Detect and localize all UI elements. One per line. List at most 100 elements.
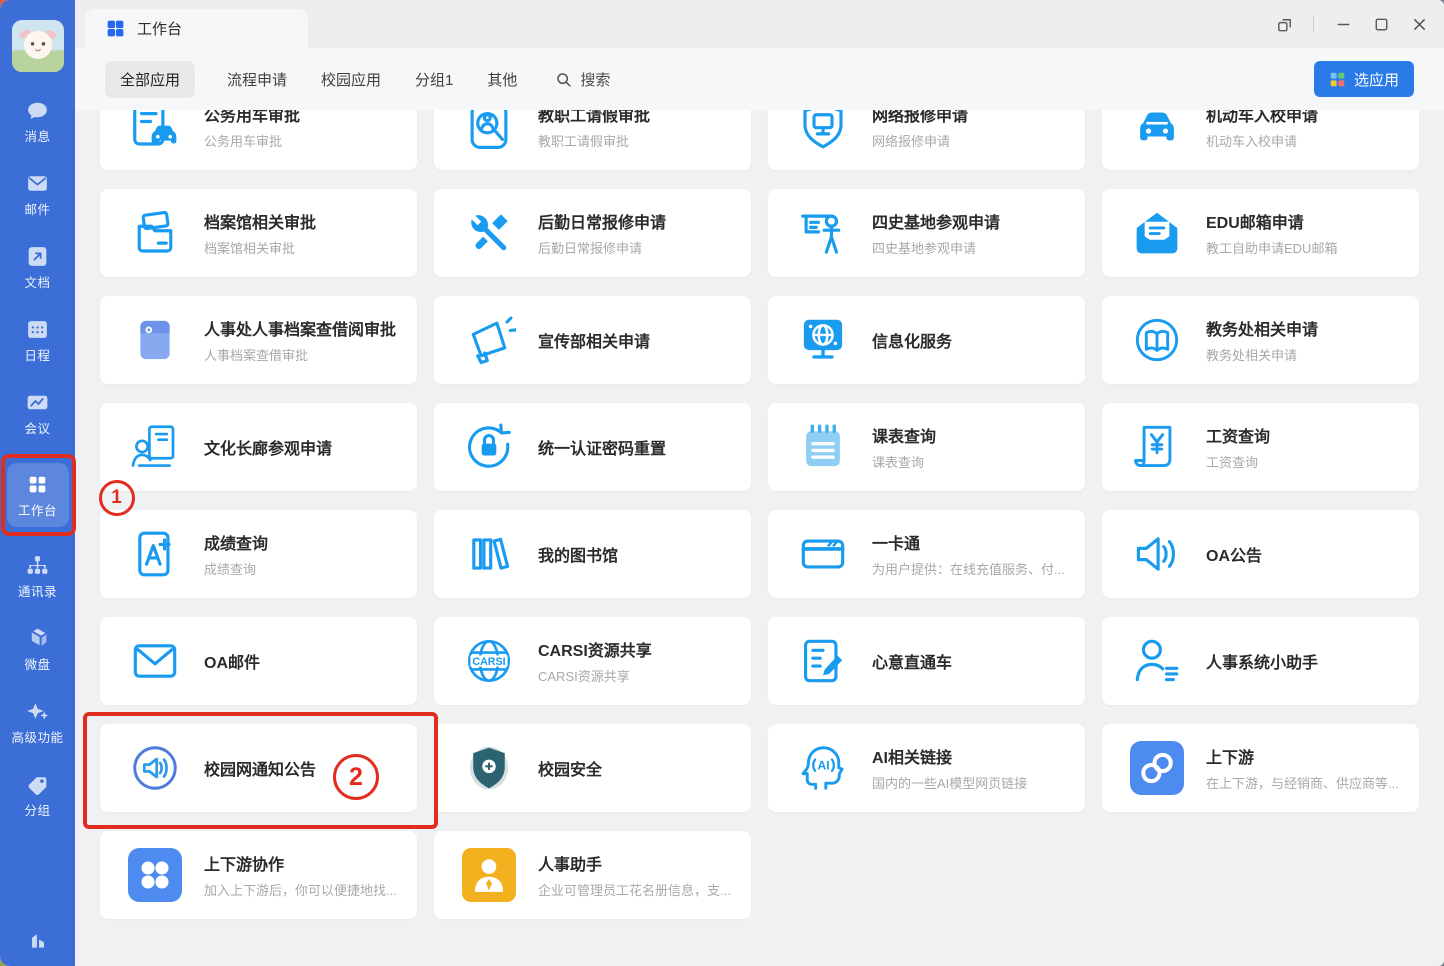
app-subtitle: 工资查询: [1206, 452, 1270, 471]
search[interactable]: 搜索: [555, 69, 610, 90]
sidebar-item-workbench[interactable]: 工作台1: [7, 463, 69, 527]
sidebar-item-contacts[interactable]: 通讯录: [0, 553, 75, 600]
titlebar: 工作台: [75, 0, 1444, 48]
doc-pen-icon: [796, 634, 850, 688]
app-card[interactable]: EDU邮箱申请教工自助申请EDU邮箱: [1102, 189, 1419, 277]
app-title: 网络报修申请: [872, 110, 968, 126]
filter-tab-5[interactable]: 其他: [485, 61, 519, 98]
presenter-icon: [796, 206, 850, 260]
app-subtitle: 成绩查询: [204, 559, 268, 578]
app-card[interactable]: CARSICARSI资源共享CARSI资源共享: [434, 617, 751, 705]
sidebar-item-stats[interactable]: [0, 926, 75, 952]
sidebar-item-docs[interactable]: 文档: [0, 244, 75, 291]
app-title: 教务处相关申请: [1206, 316, 1318, 340]
sidebar-item-groups[interactable]: 分组: [0, 772, 75, 819]
app-subtitle: 机动车入校申请: [1206, 131, 1318, 150]
app-title: 一卡通: [872, 530, 1065, 554]
sidebar-item-label: 文档: [24, 272, 50, 291]
app-card[interactable]: OA邮件: [100, 617, 417, 705]
mail-icon: [128, 634, 182, 688]
sidebar-item-messages[interactable]: 消息: [0, 98, 75, 145]
app-subtitle: CARSI资源共享: [538, 666, 652, 685]
app-subtitle: 四史基地参观申请: [872, 238, 1000, 257]
controls-divider: [1313, 16, 1314, 32]
filter-tabs: 全部应用流程申请校园应用分组1 其他: [105, 61, 519, 98]
app-title: 校园网通知公告: [204, 756, 316, 780]
app-card[interactable]: 成绩查询成绩查询: [100, 510, 417, 598]
app-card[interactable]: 上下游在上下游，与经销商、供应商等...: [1102, 724, 1419, 812]
app-grid-viewport: 公务用车审批公务用车审批教职工请假审批教职工请假审批网络报修申请网络报修申请机动…: [75, 110, 1444, 966]
sidebar-item-meetings[interactable]: 会议: [0, 390, 75, 437]
tab-workbench[interactable]: 工作台: [85, 9, 308, 48]
app-card[interactable]: 档案馆相关审批档案馆相关审批: [100, 189, 417, 277]
close-button[interactable]: [1404, 9, 1434, 39]
mail-side-icon: [25, 171, 50, 196]
folders-icon: [128, 206, 182, 260]
app-card[interactable]: 宣传部相关申请: [434, 296, 751, 384]
app-card[interactable]: 课表查询课表查询: [768, 403, 1085, 491]
app-card[interactable]: 心意直通车: [768, 617, 1085, 705]
app-card[interactable]: 信息化服务: [768, 296, 1085, 384]
sidebar-item-drive[interactable]: 微盘: [0, 626, 75, 673]
sidebar-item-mail[interactable]: 邮件: [0, 171, 75, 218]
app-title: 课表查询: [872, 423, 936, 447]
app-card[interactable]: 教职工请假审批教职工请假审批: [434, 110, 751, 170]
mail-open-icon: [1130, 206, 1184, 260]
app-card[interactable]: 人事助手企业可管理员工花名册信息，支...: [434, 831, 751, 919]
app-card[interactable]: 校园网通知公告2: [100, 724, 417, 812]
maximize-button[interactable]: [1366, 9, 1396, 39]
app-card[interactable]: 网络报修申请网络报修申请: [768, 110, 1085, 170]
sidebar-item-label: 消息: [24, 126, 50, 145]
minimize-button[interactable]: [1328, 9, 1358, 39]
app-title: 人事助手: [538, 851, 731, 875]
sidebar-item-label: 会议: [24, 418, 50, 437]
app-card[interactable]: 工资查询工资查询: [1102, 403, 1419, 491]
app-card[interactable]: AIAI相关链接国内的一些AI模型网页链接: [768, 724, 1085, 812]
shield-dark-icon: [462, 741, 516, 795]
pick-app-button[interactable]: 选应用: [1314, 61, 1414, 97]
filter-tab-1[interactable]: 全部应用: [105, 61, 195, 98]
app-card[interactable]: 一卡通为用户提供：在线充值服务、付...: [768, 510, 1085, 598]
app-card[interactable]: OA公告: [1102, 510, 1419, 598]
search-icon: [555, 71, 572, 88]
filter-tab-3[interactable]: 校园应用: [319, 61, 383, 98]
speaker-circle-icon: [128, 741, 182, 795]
app-card[interactable]: 我的图书馆: [434, 510, 751, 598]
app-subtitle: 企业可管理员工花名册信息，支...: [538, 880, 731, 899]
app-card[interactable]: 文化长廊参观申请: [100, 403, 417, 491]
app-card[interactable]: 上下游协作加入上下游后，你可以便捷地找...: [100, 831, 417, 919]
popout-icon[interactable]: [1269, 9, 1299, 39]
app-subtitle: 在上下游，与经销商、供应商等...: [1206, 773, 1399, 792]
app-card[interactable]: 校园安全: [434, 724, 751, 812]
grade-icon: [128, 527, 182, 581]
app-subtitle: 国内的一些AI模型网页链接: [872, 773, 1027, 792]
sidebar-item-label: 通讯录: [18, 581, 57, 600]
filter-tab-2[interactable]: 流程申请: [225, 61, 289, 98]
avatar[interactable]: [12, 20, 64, 72]
sidebar-item-calendar[interactable]: 日程: [0, 317, 75, 364]
app-card[interactable]: 四史基地参观申请四史基地参观申请: [768, 189, 1085, 277]
app-title: 校园安全: [538, 756, 602, 780]
app-card[interactable]: 机动车入校申请机动车入校申请: [1102, 110, 1419, 170]
pick-app-label: 选应用: [1354, 69, 1399, 90]
app-title: 上下游协作: [204, 851, 397, 875]
app-title: 档案馆相关审批: [204, 209, 316, 233]
app-card[interactable]: 统一认证密码重置: [434, 403, 751, 491]
app-card[interactable]: 教务处相关申请教务处相关申请: [1102, 296, 1419, 384]
car-doc-icon: [128, 110, 182, 153]
sidebar-nav: 消息邮件文档日程会议工作台1 通讯录微盘高级功能分组: [0, 98, 75, 819]
app-title: AI相关链接: [872, 744, 1027, 768]
app-title: 宣传部相关申请: [538, 328, 650, 352]
app-card[interactable]: 公务用车审批公务用车审批: [100, 110, 417, 170]
filter-tab-4[interactable]: 分组1: [413, 61, 455, 98]
window-controls: [1269, 0, 1434, 48]
app-card[interactable]: 人事处人事档案查借阅审批人事档案查借审批: [100, 296, 417, 384]
lock-reset-icon: [462, 420, 516, 474]
app-card[interactable]: 后勤日常报修申请后勤日常报修申请: [434, 189, 751, 277]
sidebar-item-advanced[interactable]: 高级功能: [0, 699, 75, 746]
app-title: OA邮件: [204, 649, 260, 673]
app-card[interactable]: 人事系统小助手: [1102, 617, 1419, 705]
app-title: 后勤日常报修申请: [538, 209, 666, 233]
salary-icon: [1130, 420, 1184, 474]
sidebar-item-label: 日程: [24, 345, 50, 364]
